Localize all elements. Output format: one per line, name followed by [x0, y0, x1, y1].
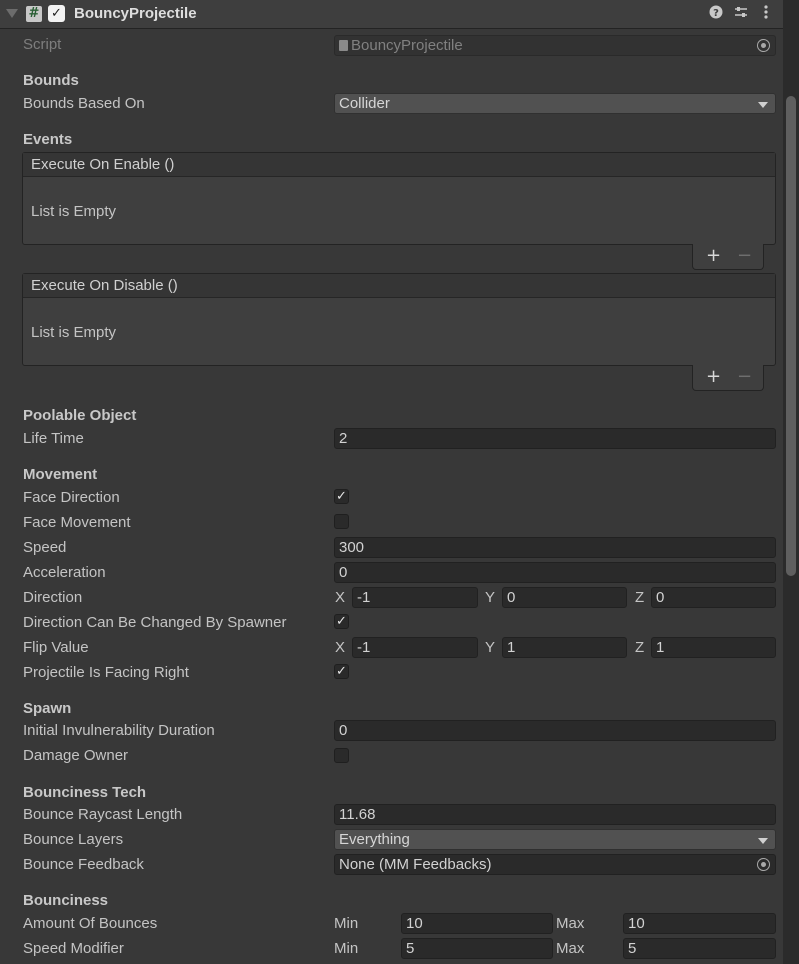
chevron-down-icon: [758, 838, 768, 844]
facing-right-checkbox[interactable]: ✓: [334, 664, 349, 679]
events-header: Events: [23, 131, 73, 148]
foldout-arrow-icon[interactable]: [6, 9, 18, 18]
help-icon[interactable]: ?: [709, 5, 723, 23]
damage-owner-checkbox[interactable]: [334, 748, 349, 763]
component-enabled-checkbox[interactable]: ✓: [48, 5, 65, 22]
damage-owner-label: Damage Owner: [23, 747, 129, 764]
direction-y-label: Y: [485, 589, 496, 606]
face-movement-label: Face Movement: [23, 514, 131, 531]
flip-z-field[interactable]: 1: [651, 637, 776, 658]
acceleration-field[interactable]: 0: [334, 562, 776, 583]
speed-modifier-min-label: Min: [334, 940, 359, 957]
speed-label: Speed: [23, 539, 67, 556]
on-enable-title: Execute On Enable (): [23, 153, 775, 177]
scrollbar-thumb[interactable]: [786, 96, 796, 576]
script-field: BouncyProjectile: [334, 35, 776, 56]
on-enable-empty-text: List is Empty: [31, 203, 117, 220]
face-movement-checkbox[interactable]: [334, 514, 349, 529]
object-picker-icon[interactable]: [757, 858, 770, 871]
direction-changed-by-spawner-checkbox[interactable]: ✓: [334, 614, 349, 629]
speed-field[interactable]: 300: [334, 537, 776, 558]
bounciness-header: Bounciness: [23, 892, 109, 909]
amount-min-field[interactable]: 10: [401, 913, 553, 934]
flip-value-label: Flip Value: [23, 639, 89, 656]
inspector-panel: # ✓ BouncyProjectile ? Script BouncyProj…: [0, 0, 799, 964]
script-icon: #: [26, 6, 42, 22]
bounds-based-on-label: Bounds Based On: [23, 95, 145, 112]
bounciness-tech-header: Bounciness Tech: [23, 784, 147, 801]
flip-y-label: Y: [485, 639, 496, 656]
svg-text:?: ?: [713, 8, 719, 19]
bounce-layers-value: Everything: [339, 831, 410, 848]
acceleration-label: Acceleration: [23, 564, 106, 581]
amount-of-bounces-label: Amount Of Bounces: [23, 915, 158, 932]
vertical-scrollbar[interactable]: [783, 0, 799, 964]
direction-label: Direction: [23, 589, 83, 606]
direction-y-field[interactable]: 0: [502, 587, 627, 608]
life-time-field[interactable]: 2: [334, 428, 776, 449]
bounce-feedback-value: None (MM Feedbacks): [339, 856, 492, 873]
on-disable-empty-text: List is Empty: [31, 324, 117, 341]
amount-max-label: Max: [556, 915, 585, 932]
flip-x-field[interactable]: -1: [352, 637, 478, 658]
script-label: Script: [23, 36, 62, 53]
face-direction-label: Face Direction: [23, 489, 120, 506]
add-event-button[interactable]: +: [706, 245, 721, 266]
bounce-layers-label: Bounce Layers: [23, 831, 124, 848]
invulnerability-duration-label: Initial Invulnerability Duration: [23, 722, 215, 739]
script-value: BouncyProjectile: [351, 37, 463, 54]
presets-icon[interactable]: [734, 5, 748, 23]
direction-z-field[interactable]: 0: [651, 587, 776, 608]
spawn-header: Spawn: [23, 700, 72, 717]
speed-modifier-label: Speed Modifier: [23, 940, 124, 957]
bounce-raycast-length-field[interactable]: 11.68: [334, 804, 776, 825]
speed-modifier-max-field[interactable]: 5: [623, 938, 776, 959]
on-enable-event-list: Execute On Enable () List is Empty: [22, 152, 776, 245]
on-disable-event-list: Execute On Disable () List is Empty: [22, 273, 776, 366]
remove-event-button[interactable]: −: [737, 245, 752, 266]
bounce-feedback-field[interactable]: None (MM Feedbacks): [334, 854, 776, 875]
component-header[interactable]: # ✓ BouncyProjectile ?: [0, 0, 783, 29]
remove-event-button[interactable]: −: [737, 366, 752, 387]
bounce-feedback-label: Bounce Feedback: [23, 856, 144, 873]
flip-y-field[interactable]: 1: [502, 637, 627, 658]
invulnerability-duration-field[interactable]: 0: [334, 720, 776, 741]
flip-z-label: Z: [635, 639, 645, 656]
facing-right-label: Projectile Is Facing Right: [23, 664, 189, 681]
speed-modifier-max-label: Max: [556, 940, 585, 957]
movement-header: Movement: [23, 466, 98, 483]
component-title: BouncyProjectile: [74, 5, 197, 22]
on-enable-list-buttons: + −: [692, 244, 764, 270]
bounce-raycast-length-label: Bounce Raycast Length: [23, 806, 183, 823]
bounds-based-on-dropdown[interactable]: Collider: [334, 93, 776, 114]
object-picker-icon: [757, 39, 770, 52]
script-file-icon: [339, 40, 348, 51]
direction-x-field[interactable]: -1: [352, 587, 478, 608]
add-event-button[interactable]: +: [706, 366, 721, 387]
direction-z-label: Z: [635, 589, 645, 606]
bounds-header: Bounds: [23, 72, 79, 89]
amount-max-field[interactable]: 10: [623, 913, 776, 934]
amount-min-label: Min: [334, 915, 359, 932]
on-disable-list-buttons: + −: [692, 365, 764, 391]
poolable-object-header: Poolable Object: [23, 407, 137, 424]
flip-x-label: X: [335, 639, 346, 656]
life-time-label: Life Time: [23, 430, 84, 447]
direction-changed-by-spawner-label: Direction Can Be Changed By Spawner: [23, 614, 287, 631]
chevron-down-icon: [758, 102, 768, 108]
speed-modifier-min-field[interactable]: 5: [401, 938, 553, 959]
direction-x-label: X: [335, 589, 346, 606]
bounds-based-on-value: Collider: [339, 95, 390, 112]
bounce-layers-dropdown[interactable]: Everything: [334, 829, 776, 850]
on-disable-title: Execute On Disable (): [23, 274, 775, 298]
kebab-menu-icon[interactable]: [759, 5, 773, 23]
face-direction-checkbox[interactable]: ✓: [334, 489, 349, 504]
